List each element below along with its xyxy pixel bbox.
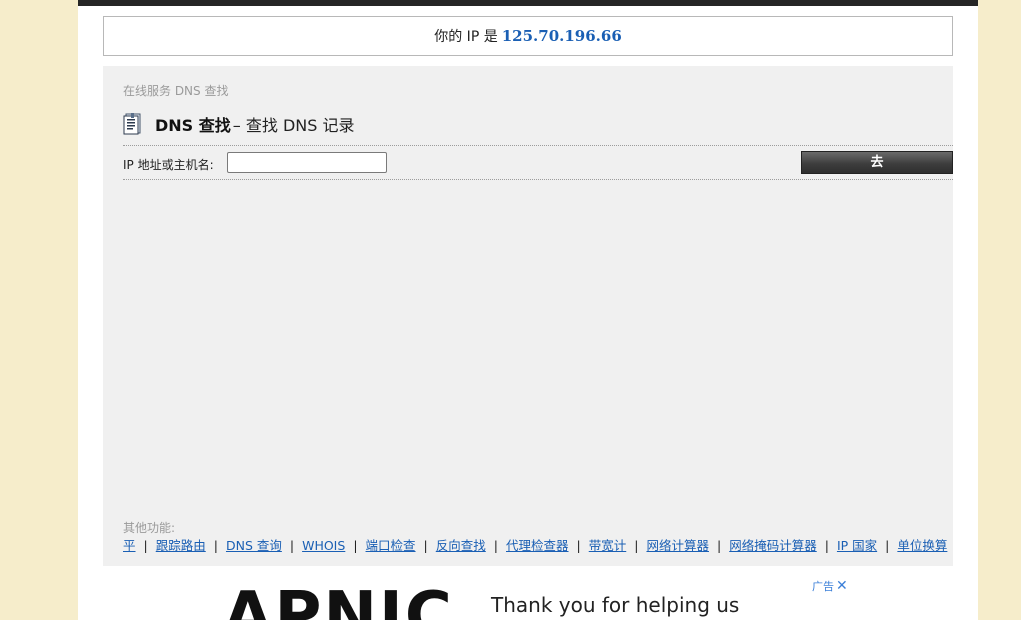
ip-address: 125.70.196.66 [501,27,622,45]
page-container: 你的 IP 是 125.70.196.66 在线服务 DNS 查找 DNS 查找 … [78,0,978,620]
breadcrumb: 在线服务 DNS 查找 [123,84,229,98]
feature-link[interactable]: 反向查找 [436,538,486,553]
link-separator: | [824,538,829,553]
feature-link[interactable]: WHOIS [302,538,345,553]
other-features-label: 其他功能: [123,521,176,535]
feature-link[interactable]: 单位换算 [897,538,947,553]
lookup-form: IP 地址或主机名: 去 [123,145,953,180]
link-separator: | [634,538,639,553]
ip-banner-prefix: 你的 IP 是 [434,29,498,45]
page-subtitle: – 查找 DNS 记录 [232,116,355,135]
feature-link[interactable]: DNS 查询 [226,538,282,553]
host-input[interactable] [227,152,387,173]
dns-lookup-panel: 在线服务 DNS 查找 DNS 查找 – 查找 DNS 记录 IP 地址或主机名… [103,66,953,566]
link-separator: | [576,538,581,553]
feature-link[interactable]: 网络掩码计算器 [729,538,817,553]
feature-link[interactable]: 平 [123,538,136,553]
link-separator: | [885,538,890,553]
link-separator: | [289,538,295,553]
page-heading: DNS 查找 – 查找 DNS 记录 [123,112,355,136]
top-bar [78,0,978,6]
feature-link[interactable]: 网络计算器 [646,538,709,553]
link-separator: | [213,538,218,553]
link-separator: | [423,538,428,553]
close-icon[interactable]: ✕ [836,579,848,593]
feature-link[interactable]: 跟踪路由 [156,538,206,553]
link-separator: | [716,538,722,553]
host-field-label: IP 地址或主机名: [123,158,214,172]
document-icon [123,113,143,135]
ad-choices[interactable]: 广告 ✕ [812,578,848,594]
ad-message: Thank you for helping us [491,593,740,617]
other-features-links: 平 | 跟踪路由 | DNS 查询 | WHOIS | 端口检查 | 反向查找 | 代理检查器 | 带宽计 |… [123,535,953,553]
ad-badge: 广告 [812,580,834,593]
feature-link[interactable]: IP 国家 [837,538,877,553]
feature-link[interactable]: 带宽计 [589,538,627,553]
link-separator: | [143,538,148,553]
feature-link[interactable]: 代理检查器 [506,538,569,553]
ad-brand: APNIC [223,579,454,620]
ip-banner: 你的 IP 是 125.70.196.66 [103,16,953,56]
link-separator: | [493,538,498,553]
link-separator: | [353,538,358,553]
ad-banner[interactable]: APNIC Thank you for helping us [223,576,853,620]
go-button[interactable]: 去 [801,151,953,174]
feature-link[interactable]: 端口检查 [366,538,416,553]
page-title: DNS 查找 [155,116,231,135]
